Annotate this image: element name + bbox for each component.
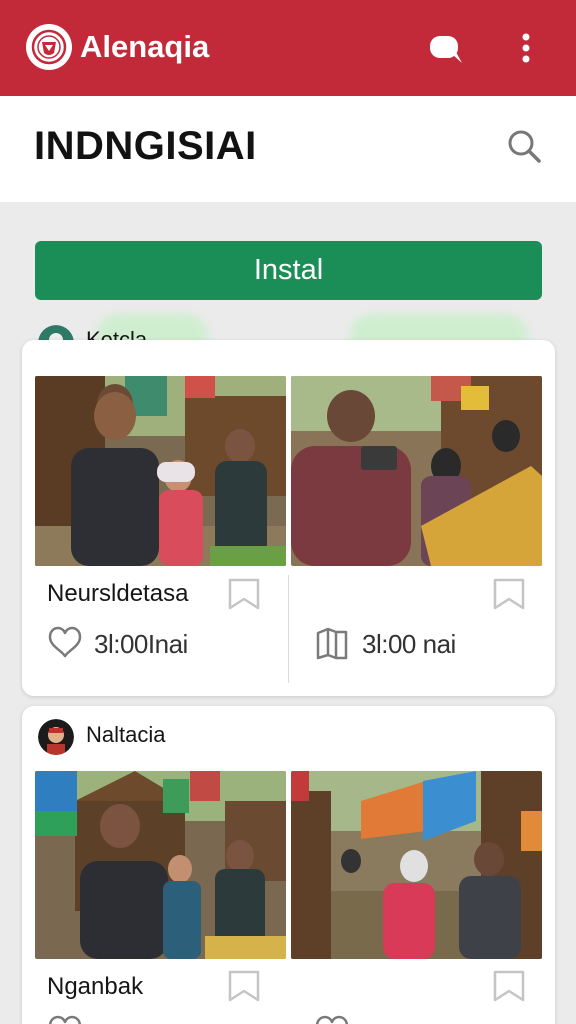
chat-button[interactable] [424, 28, 468, 72]
bookmark-icon [228, 970, 260, 1002]
item-title[interactable]: Neursldetasa [47, 580, 188, 608]
post-author-name[interactable]: Naltacia [86, 722, 165, 748]
bookmark-icon [493, 970, 525, 1002]
like-button[interactable] [47, 1014, 83, 1024]
item-title[interactable]: Nganbak [47, 973, 143, 1001]
heart-icon [315, 1015, 349, 1024]
page-title: INDNGISIAI [34, 124, 257, 168]
bookmark-button[interactable] [227, 577, 261, 611]
post-photo[interactable] [291, 771, 542, 959]
search-button[interactable] [502, 124, 546, 168]
post-photo[interactable] [291, 376, 542, 566]
read-count: 3l:00 nai [362, 629, 456, 659]
read-button[interactable] [314, 625, 350, 661]
chat-icon [430, 36, 462, 63]
book-icon [316, 627, 348, 660]
more-vertical-icon [522, 33, 530, 63]
more-options-button[interactable] [506, 28, 550, 72]
install-button[interactable]: Instal [35, 241, 542, 300]
like-count: 3l:00Inai [94, 629, 188, 659]
bookmark-button[interactable] [492, 969, 526, 1003]
bookmark-button[interactable] [227, 969, 261, 1003]
search-icon [508, 130, 541, 163]
post-photo[interactable] [35, 376, 286, 566]
app-bar: Alenaqia [0, 0, 576, 96]
column-divider [288, 575, 289, 683]
heart-icon [48, 626, 82, 658]
like-button[interactable] [314, 1014, 350, 1024]
like-button[interactable] [47, 625, 83, 661]
app-name: Alenaqia [80, 29, 210, 64]
heart-icon [48, 1015, 82, 1024]
bookmark-icon [228, 578, 260, 610]
brand-logo-icon[interactable] [26, 24, 72, 70]
bookmark-icon [493, 578, 525, 610]
post-photo[interactable] [35, 771, 286, 959]
bookmark-button[interactable] [492, 577, 526, 611]
avatar[interactable] [38, 719, 74, 755]
